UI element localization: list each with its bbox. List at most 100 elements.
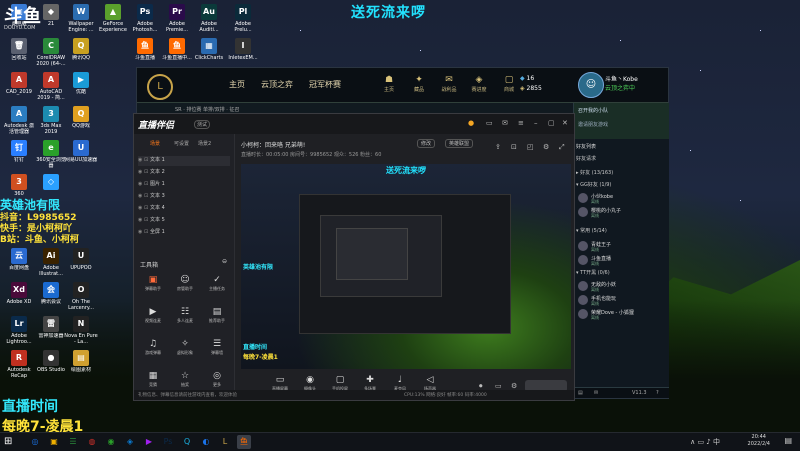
friend-entry[interactable]: 荣耀Dove - 小狐狸 离线	[578, 309, 666, 321]
taskbar-app-icon[interactable]: L	[218, 435, 232, 449]
toolbox-item[interactable]: ☺ 房管助手	[170, 274, 200, 292]
desktop-icon[interactable]: ▶ 优酷	[64, 72, 98, 101]
desktop-icon[interactable]: Pr Adobe Premie...	[160, 4, 194, 33]
menu-icon[interactable]: ≡	[518, 119, 524, 127]
friend-group[interactable]: 好友请求	[576, 155, 666, 162]
lol-tab-home[interactable]: 主页	[229, 79, 245, 90]
lol-tab-clash[interactable]: 冠军杯赛	[309, 79, 341, 90]
maximize-icon[interactable]: ▢	[548, 119, 555, 127]
friend-group[interactable]: ▾ GG好友 (1/9)	[576, 181, 666, 188]
friend-entry[interactable]: 樱桃的小丸子 离线	[578, 207, 666, 219]
mission-icon[interactable]: ✉	[594, 390, 598, 396]
friend-entry[interactable]: 小伙kobe 离线	[578, 193, 666, 205]
toolbox-item[interactable]: ♫ 游戏弹幕	[138, 338, 168, 356]
friend-entry[interactable]: 手机也能玩 离线	[578, 295, 666, 307]
taskbar-app-icon[interactable]: 鱼	[237, 435, 251, 449]
taskbar-app-icon[interactable]: ◉	[104, 435, 118, 449]
taskbar-app-icon[interactable]: ◍	[85, 435, 99, 449]
taskbar-app-icon[interactable]: ☰	[66, 435, 80, 449]
windows-start-icon[interactable]: ⊞	[4, 436, 12, 447]
toolbox-item[interactable]: ▣ 弹幕助手	[138, 274, 168, 292]
edit-title-button[interactable]: 修改	[417, 139, 436, 148]
expand-icon[interactable]: ⤢	[559, 143, 565, 152]
desktop-icon[interactable]: 🗑 回收站	[2, 38, 36, 67]
desktop-icon[interactable]: Xd Adobe XD	[2, 282, 36, 311]
settings-icon[interactable]: ⚙	[543, 143, 549, 151]
desktop-icon[interactable]: N Nova En Pure - La...	[64, 316, 98, 345]
taskbar-app-icon[interactable]: ▶	[142, 435, 156, 449]
desktop-icon[interactable]: I InletexEM...	[226, 38, 260, 67]
lol-nav-icon[interactable]: ✦ 藏品	[407, 74, 431, 93]
system-tray[interactable]: ∧ ▭ ♪ 中	[690, 437, 720, 447]
desktop-icon[interactable]: R Autodesk ReCap	[2, 350, 36, 379]
lol-queue-label[interactable]: SR · 排位赛 单排/双排 · 征召	[175, 106, 239, 113]
taskbar-app-icon[interactable]: ◈	[123, 435, 137, 449]
desktop-icon[interactable]: 鱼斗鱼直播	[128, 38, 162, 67]
lol-nav-icon[interactable]: ▢ 商城	[497, 74, 521, 93]
desktop-icon[interactable]: ▲ GeForce Experience	[96, 4, 130, 33]
toolbox-item[interactable]: ☷ 多人连麦	[170, 306, 200, 324]
toolbox-item[interactable]: ▦ 竞猜	[138, 370, 168, 388]
desktop-icon[interactable]: A AutoCAD 2019 - 简...	[34, 72, 68, 101]
desktop-icon[interactable]: Pl Adobe Prelu...	[226, 4, 260, 33]
summoner-avatar[interactable]: ☺	[578, 72, 604, 98]
scene-tab-2[interactable]: 可设置	[174, 140, 189, 147]
lock-icon[interactable]: ⊡	[511, 143, 517, 151]
desktop-icon[interactable]: C CorelDRAW 2020 (64-...	[34, 38, 68, 67]
desktop-icon[interactable]: 云百度网盘	[2, 248, 36, 277]
lol-logo-icon[interactable]: L	[147, 74, 173, 100]
skin-icon[interactable]: ▭	[486, 119, 493, 127]
toolbox-item[interactable]: ☆ 抽奖	[170, 370, 200, 388]
scene-tab-3[interactable]: 场景2	[198, 140, 211, 147]
toolbox-item[interactable]: ▤ 推荐助手	[202, 306, 232, 324]
toolbox-item[interactable]: ☰ 弹幕墙	[202, 338, 232, 356]
desktop-icon[interactable]: ▤ 绘图素材	[64, 350, 98, 379]
desktop-icon[interactable]: 鱼斗鱼直播中...	[160, 38, 194, 67]
scene-item[interactable]: ◉ ⊡ 文本 1	[138, 156, 230, 166]
toolbox-item[interactable]: ✓ 主播任务	[202, 274, 232, 292]
gear-icon[interactable]: ⚙	[511, 382, 517, 390]
close-icon[interactable]: ✕	[562, 119, 568, 127]
toolbox-item[interactable]: ▶ 视频连麦	[138, 306, 168, 324]
desktop-icon[interactable]: A CAD_2019	[2, 72, 36, 101]
taskbar-app-icon[interactable]: ▣	[47, 435, 61, 449]
douyu-avatar-icon[interactable]: ●	[468, 119, 474, 127]
desktop-icon[interactable]: Lr Adobe Lightroo...	[2, 316, 36, 345]
taskbar-app-icon[interactable]: Ps	[161, 435, 175, 449]
desktop-icon[interactable]: Q QQ游戏	[64, 106, 98, 135]
friend-entry[interactable]: 斗鱼直播 离线	[578, 255, 666, 267]
lol-nav-icon[interactable]: ✉ 战利品	[437, 74, 461, 93]
toolbox-item[interactable]: ◎ 更多	[202, 370, 232, 388]
desktop-icon[interactable]: 会腾讯会议	[34, 282, 68, 311]
desktop-icon[interactable]: U 网易UU加速器	[64, 140, 98, 169]
taskbar-app-icon[interactable]: Q	[180, 435, 194, 449]
scene-item[interactable]: ◉ ⊡ 图片 1	[138, 180, 230, 190]
notification-icon[interactable]: ▤	[784, 436, 792, 445]
category-button[interactable]: 英雄联盟	[445, 139, 474, 148]
friend-group[interactable]: ▾ 常用 (5/14)	[576, 227, 666, 234]
message-icon[interactable]: ✉	[502, 119, 508, 127]
pause-icon[interactable]: ▭	[495, 382, 502, 390]
scene-item[interactable]: ◉ ⊡ 文本 4	[138, 204, 230, 214]
desktop-icon[interactable]: Q 腾讯QQ	[64, 38, 98, 67]
desktop-icon[interactable]: Au Adobe Auditi...	[192, 4, 226, 33]
desktop-icon[interactable]: U UPUPOO	[64, 248, 98, 277]
toolbox-item[interactable]: ✧ 虚拟形象	[170, 338, 200, 356]
desktop-icon[interactable]: 雷雷神加速器	[34, 316, 68, 345]
taskbar-app-icon[interactable]: ◎	[28, 435, 42, 449]
desktop-icon[interactable]: e 360安全浏览器	[34, 140, 68, 169]
lol-tab-tft[interactable]: 云顶之弈	[261, 79, 293, 90]
lol-nav-icon[interactable]: ◈ 赛进度	[467, 74, 491, 93]
desktop-icon[interactable]: 3 3ds Max 2019	[34, 106, 68, 135]
share-icon[interactable]: ⇪	[495, 143, 501, 151]
desktop-icon[interactable]: W Wallpaper Engine: ...	[64, 4, 98, 33]
toolbox-collapse-icon[interactable]: ⊖	[222, 258, 227, 265]
desktop-icon[interactable]: ▦ ClickCharts	[192, 38, 226, 67]
scene-item[interactable]: ◉ ⊡ 全屏 1	[138, 228, 230, 238]
scene-tab-1[interactable]: 场景	[150, 140, 160, 147]
desktop-icon[interactable]: A Autodesk 激活管理器	[2, 106, 36, 135]
stream-preview[interactable]: 送死流来啰 英雄池有限 直播时间 每晚7-凌晨1	[241, 164, 571, 369]
scene-item[interactable]: ◉ ⊡ 文本 2	[138, 168, 230, 178]
lol-nav-icon[interactable]: ☗ 主页	[377, 74, 401, 93]
party-label[interactable]: 召开我的小队	[578, 107, 608, 114]
